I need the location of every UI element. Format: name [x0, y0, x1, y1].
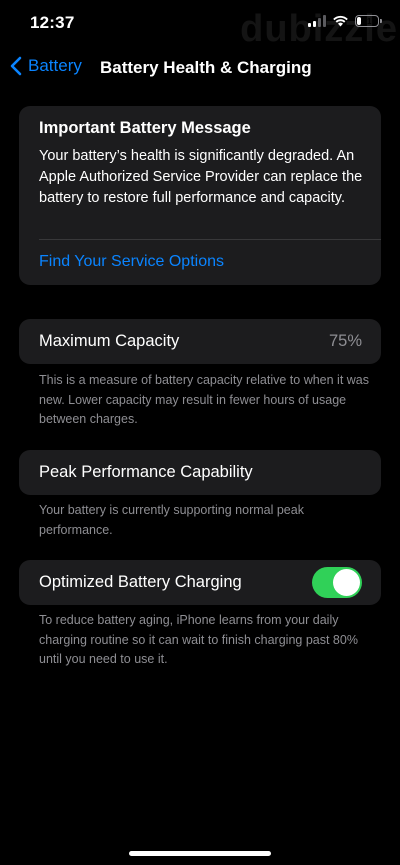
find-service-options-link[interactable]: Find Your Service Options	[39, 253, 224, 271]
optimized-charging-label: Optimized Battery Charging	[39, 573, 242, 591]
battery-fill	[357, 17, 361, 25]
status-bar: 12:37 dubizzle 21	[0, 0, 400, 50]
optimized-charging-toggle[interactable]	[312, 567, 362, 598]
home-indicator[interactable]	[129, 851, 271, 856]
back-button-label: Battery	[28, 56, 82, 75]
status-icons: 21	[308, 15, 382, 27]
back-button[interactable]: Battery	[10, 56, 82, 76]
battery-nub	[380, 19, 382, 23]
wifi-icon	[333, 15, 348, 27]
maximum-capacity-label: Maximum Capacity	[39, 332, 180, 350]
peak-performance-row: Peak Performance Capability	[19, 450, 381, 495]
page-title: Battery Health & Charging	[100, 58, 312, 77]
peak-performance-footnote: Your battery is currently supporting nor…	[39, 503, 304, 537]
optimized-charging-footnote: To reduce battery aging, iPhone learns f…	[39, 613, 358, 666]
battery-icon: 21	[355, 15, 379, 27]
chevron-left-icon	[10, 56, 22, 76]
status-time: 12:37	[30, 13, 75, 32]
maximum-capacity-row: Maximum Capacity 75%	[19, 319, 381, 364]
battery-message-body: Your battery’s health is significantly d…	[39, 148, 363, 206]
maximum-capacity-footnote: This is a measure of battery capacity re…	[39, 373, 370, 426]
battery-message-card: Important Battery Message Your battery’s…	[19, 106, 381, 285]
cellular-signal-icon	[308, 15, 326, 27]
battery-message-title: Important Battery Message	[39, 119, 251, 137]
optimized-charging-row: Optimized Battery Charging	[19, 560, 381, 605]
battery-level: 21	[362, 16, 372, 26]
maximum-capacity-value: 75%	[328, 332, 362, 350]
peak-performance-label: Peak Performance Capability	[39, 463, 253, 481]
nav-bar: Battery Battery Health & Charging	[0, 48, 400, 88]
divider	[39, 239, 381, 240]
toggle-knob	[333, 569, 360, 596]
